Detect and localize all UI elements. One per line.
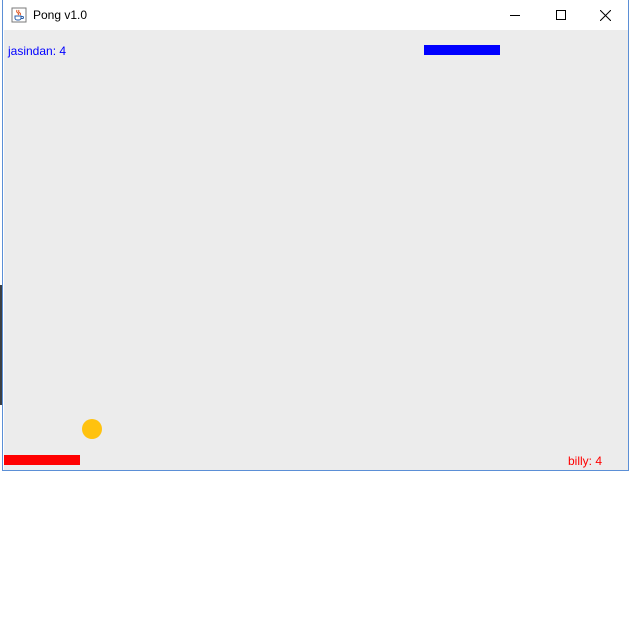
minimize-button[interactable] bbox=[492, 0, 538, 30]
top-player-score: jasindan: 4 bbox=[8, 44, 67, 58]
java-cup-icon bbox=[11, 7, 27, 23]
maximize-icon bbox=[556, 10, 566, 20]
bottom-player-score: billy: 4 bbox=[568, 454, 603, 468]
ball bbox=[82, 419, 102, 439]
bottom-paddle bbox=[4, 455, 80, 465]
maximize-button[interactable] bbox=[538, 0, 584, 30]
close-icon bbox=[599, 9, 611, 21]
pong-window: Pong v1.0 jasindan: 4 billy: 4 bbox=[2, 0, 629, 471]
window-title: Pong v1.0 bbox=[33, 8, 88, 22]
close-button[interactable] bbox=[582, 0, 628, 30]
game-canvas[interactable]: jasindan: 4 billy: 4 bbox=[4, 30, 628, 470]
top-paddle bbox=[424, 45, 500, 55]
minimize-icon bbox=[510, 15, 520, 16]
title-bar[interactable]: Pong v1.0 bbox=[3, 0, 628, 30]
